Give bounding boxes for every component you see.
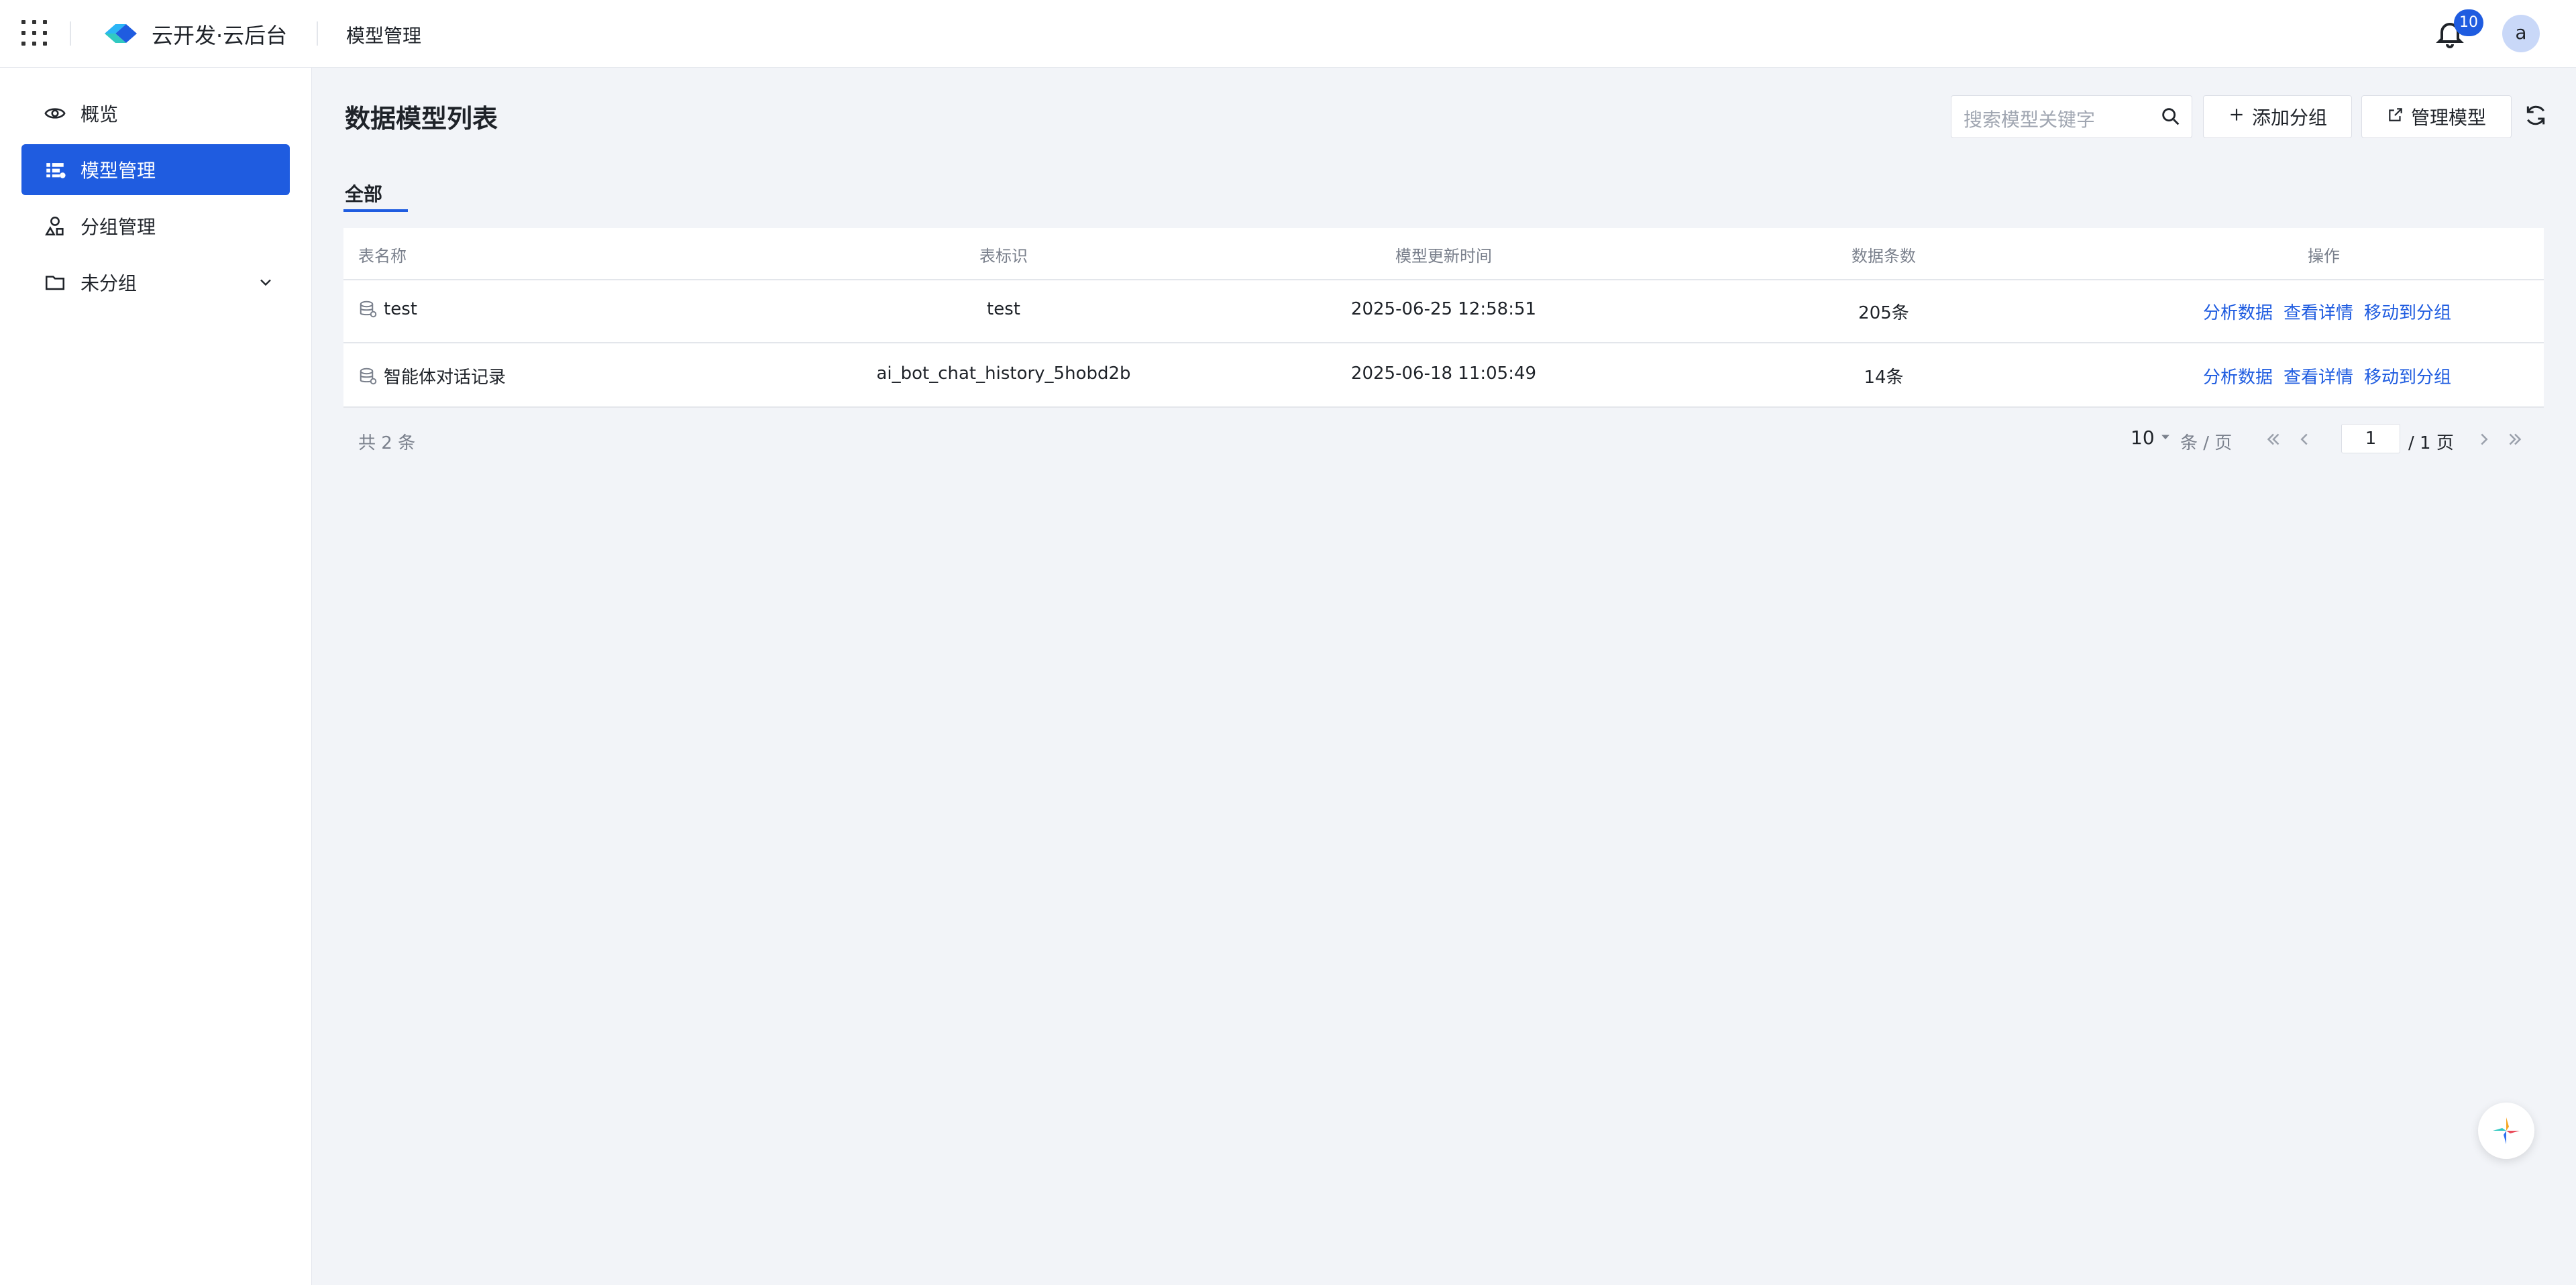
- header-divider-2: [317, 21, 318, 46]
- analyze-data-link[interactable]: 分析数据: [2203, 364, 2273, 388]
- assistant-star-icon: [2493, 1117, 2520, 1144]
- search-input[interactable]: 搜索模型关键字: [1951, 95, 2192, 138]
- table-cell-count: 14条: [1864, 368, 1904, 388]
- table-row-name: 智能体对话记录: [384, 368, 506, 388]
- table-cell-name: 智能体对话记录: [358, 364, 506, 388]
- sidebar-item-ungrouped[interactable]: 未分组: [21, 257, 290, 308]
- top-bar: 云开发·云后台 模型管理 10 a: [0, 0, 2576, 68]
- sidebar-item-model-manage[interactable]: 模型管理: [21, 144, 290, 195]
- external-link-icon: [2387, 106, 2404, 128]
- table-cell-actions: 分析数据 查看详情 移动到分组: [2203, 299, 2451, 324]
- manage-model-button[interactable]: 管理模型: [2361, 95, 2512, 138]
- per-page-label: 条 / 页: [2180, 433, 2233, 453]
- first-page-icon[interactable]: [2263, 429, 2284, 452]
- column-header-updated: 模型更新时间: [1395, 247, 1492, 266]
- table-cell-id: ai_bot_chat_history_5hobd2b: [876, 364, 1131, 384]
- total-pages: / 1 页: [2408, 433, 2454, 453]
- tab-all[interactable]: 全部: [345, 180, 382, 207]
- avatar[interactable]: a: [2502, 15, 2540, 52]
- total-count: 共 2 条: [358, 433, 416, 453]
- sidebar-item-group-manage[interactable]: 分组管理: [21, 201, 290, 252]
- search-placeholder: 搜索模型关键字: [1964, 109, 2096, 131]
- column-header-count: 数据条数: [1851, 247, 1916, 266]
- assistant-float-button[interactable]: [2478, 1103, 2534, 1159]
- page-title: 数据模型列表: [345, 104, 498, 133]
- header-divider: [70, 21, 71, 46]
- database-icon: [358, 299, 378, 319]
- page-size-select[interactable]: 10: [2131, 427, 2172, 449]
- add-group-button[interactable]: 添加分组: [2203, 95, 2352, 138]
- prev-page-icon[interactable]: [2294, 429, 2314, 452]
- table-header: 表名称 表标识 模型更新时间 数据条数 操作: [343, 228, 2544, 280]
- sidebar-item-label: 分组管理: [80, 216, 156, 238]
- brand-name[interactable]: 云开发·云后台: [152, 19, 287, 50]
- database-icon: [358, 366, 378, 386]
- last-page-icon[interactable]: [2505, 429, 2525, 452]
- move-to-group-link[interactable]: 移动到分组: [2364, 299, 2451, 324]
- manage-model-label: 管理模型: [2410, 107, 2486, 129]
- table-cell-name: test: [358, 299, 417, 319]
- table-row: 智能体对话记录 ai_bot_chat_history_5hobd2b 2025…: [343, 343, 2544, 408]
- sidebar-item-overview[interactable]: 概览: [21, 88, 290, 139]
- tab-active-indicator: [343, 209, 408, 212]
- table-cell-count: 205条: [1858, 303, 1909, 323]
- page-size-value: 10: [2131, 427, 2155, 449]
- table-cell-id: test: [987, 299, 1020, 319]
- model-table: 表名称 表标识 模型更新时间 数据条数 操作 test test 2025-06…: [343, 228, 2544, 408]
- column-header-id: 表标识: [979, 247, 1028, 266]
- app-grid-icon[interactable]: [21, 20, 48, 47]
- breadcrumb: 模型管理: [346, 25, 422, 47]
- sidebar-item-label: 模型管理: [80, 160, 156, 182]
- folder-icon: [42, 269, 68, 296]
- table-row-name: test: [384, 299, 417, 319]
- add-group-label: 添加分组: [2251, 107, 2327, 129]
- sidebar-item-label: 概览: [80, 103, 119, 125]
- column-header-name: 表名称: [358, 247, 407, 266]
- table-cell-updated: 2025-06-25 12:58:51: [1350, 299, 1537, 319]
- refresh-icon[interactable]: [2522, 102, 2549, 129]
- view-detail-link[interactable]: 查看详情: [2284, 299, 2353, 324]
- analyze-data-link[interactable]: 分析数据: [2203, 299, 2273, 324]
- brand-logo-icon[interactable]: [102, 20, 140, 47]
- model-manage-icon: [42, 156, 68, 183]
- group-shapes-icon: [42, 213, 68, 239]
- page-number-input[interactable]: 1: [2341, 424, 2400, 453]
- caret-down-icon: [2159, 430, 2172, 446]
- notification-badge: 10: [2454, 9, 2483, 36]
- next-page-icon[interactable]: [2474, 429, 2494, 452]
- table-row: test test 2025-06-25 12:58:51 205条 分析数据 …: [343, 279, 2544, 343]
- sidebar-item-label: 未分组: [80, 272, 138, 294]
- move-to-group-link[interactable]: 移动到分组: [2364, 364, 2451, 388]
- table-cell-actions: 分析数据 查看详情 移动到分组: [2203, 364, 2451, 388]
- view-detail-link[interactable]: 查看详情: [2284, 364, 2353, 388]
- chevron-down-icon[interactable]: [256, 273, 275, 296]
- eye-icon: [42, 100, 68, 127]
- plus-icon: [2228, 106, 2245, 128]
- table-cell-updated: 2025-06-18 11:05:49: [1350, 364, 1537, 384]
- column-header-actions: 操作: [2308, 247, 2340, 266]
- search-icon[interactable]: [2159, 105, 2182, 131]
- sidebar: 概览 模型管理 分组管理 未分组: [0, 68, 312, 1285]
